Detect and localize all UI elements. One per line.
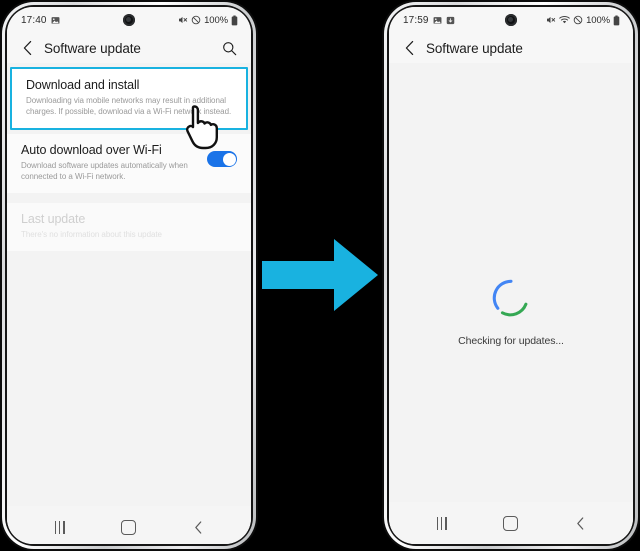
do-not-disturb-icon [573, 15, 583, 25]
search-icon [222, 41, 236, 55]
phone-left-screen: 17:40 100% Software update Download and … [7, 7, 251, 544]
nav-back-button[interactable] [563, 510, 597, 536]
phone-right-screen: 17:59 100% Software update Checking for … [389, 7, 633, 544]
flow-arrow [262, 239, 378, 311]
list-item-subtitle: Downloading via mobile networks may resu… [26, 96, 232, 117]
navigation-bar-right [389, 502, 633, 544]
nav-back-button[interactable] [181, 514, 215, 540]
front-camera-punch-hole [505, 14, 517, 26]
recent-apps-button[interactable] [425, 510, 459, 536]
list-item-texts: Auto download over Wi-Fi Download softwa… [21, 143, 199, 182]
back-button[interactable] [400, 40, 420, 56]
home-icon [503, 515, 519, 531]
recent-apps-button[interactable] [43, 514, 77, 540]
screenshot-stage: 17:40 100% Software update Download and … [0, 0, 640, 551]
status-time: 17:59 [403, 14, 429, 26]
list-item-title: Auto download over Wi-Fi [21, 143, 162, 158]
checking-screen: Checking for updates... [389, 63, 633, 544]
status-time: 17:40 [21, 14, 47, 26]
status-bar-left-group: 17:40 [21, 15, 60, 26]
wifi-icon [559, 16, 570, 24]
list-item-subtitle: There's no information about this update [21, 230, 162, 240]
checking-for-updates-label: Checking for updates... [458, 335, 564, 347]
app-header-left: Software update [7, 33, 251, 63]
front-camera-punch-hole [123, 14, 135, 26]
status-bar-right: 17:59 100% [389, 7, 633, 33]
status-bar-left: 17:40 100% [7, 7, 251, 33]
list-item-last-update[interactable]: Last update There's no information about… [7, 203, 251, 252]
section-divider [7, 193, 251, 204]
status-bar-right-group: 100% [178, 15, 238, 26]
phone-left: 17:40 100% Software update Download and … [0, 0, 258, 551]
battery-full-icon [231, 15, 238, 25]
navigation-bar-left [7, 506, 251, 544]
back-icon [577, 516, 584, 530]
app-header-right: Software update [389, 33, 633, 63]
recent-apps-icon [436, 516, 447, 530]
chevron-left-icon [405, 40, 414, 56]
checking-for-updates-block: Checking for updates... [389, 277, 633, 347]
home-button[interactable] [112, 514, 146, 540]
image-icon [51, 16, 59, 24]
mute-icon [179, 16, 188, 24]
home-icon [121, 519, 137, 535]
image-icon [433, 16, 441, 24]
back-button[interactable] [18, 40, 38, 56]
mute-icon [547, 16, 556, 24]
toggle-knob [222, 152, 236, 166]
list-item-row: Auto download over Wi-Fi Download softwa… [21, 143, 237, 182]
search-button[interactable] [219, 41, 239, 56]
home-button[interactable] [494, 510, 528, 536]
battery-full-icon [613, 15, 620, 25]
list-item-auto-download-over-wifi[interactable]: Auto download over Wi-Fi Download softwa… [7, 134, 251, 194]
battery-percent: 100% [586, 14, 610, 26]
screenshot-icon [446, 16, 454, 24]
phone-right: 17:59 100% Software update Checking for … [382, 0, 640, 551]
status-bar-right-group: 100% [546, 15, 620, 26]
page-title: Software update [426, 40, 523, 56]
loading-spinner [492, 279, 528, 317]
list-item-download-and-install[interactable]: Download and install Downloading via mob… [12, 69, 246, 129]
back-icon [195, 520, 202, 534]
do-not-disturb-icon [191, 15, 201, 25]
settings-list-left: Download and install Downloading via mob… [7, 67, 251, 544]
list-item-title: Download and install [26, 78, 140, 92]
page-title: Software update [44, 40, 141, 56]
chevron-left-icon [23, 40, 32, 56]
list-item-title: Last update [21, 212, 86, 227]
status-bar-left-group: 17:59 [403, 15, 455, 26]
list-item-subtitle: Download software updates automatically … [21, 161, 188, 182]
battery-percent: 100% [204, 14, 228, 26]
highlight-box-download-and-install: Download and install Downloading via mob… [10, 67, 248, 131]
auto-download-toggle[interactable] [207, 151, 237, 168]
recent-apps-icon [54, 520, 65, 534]
